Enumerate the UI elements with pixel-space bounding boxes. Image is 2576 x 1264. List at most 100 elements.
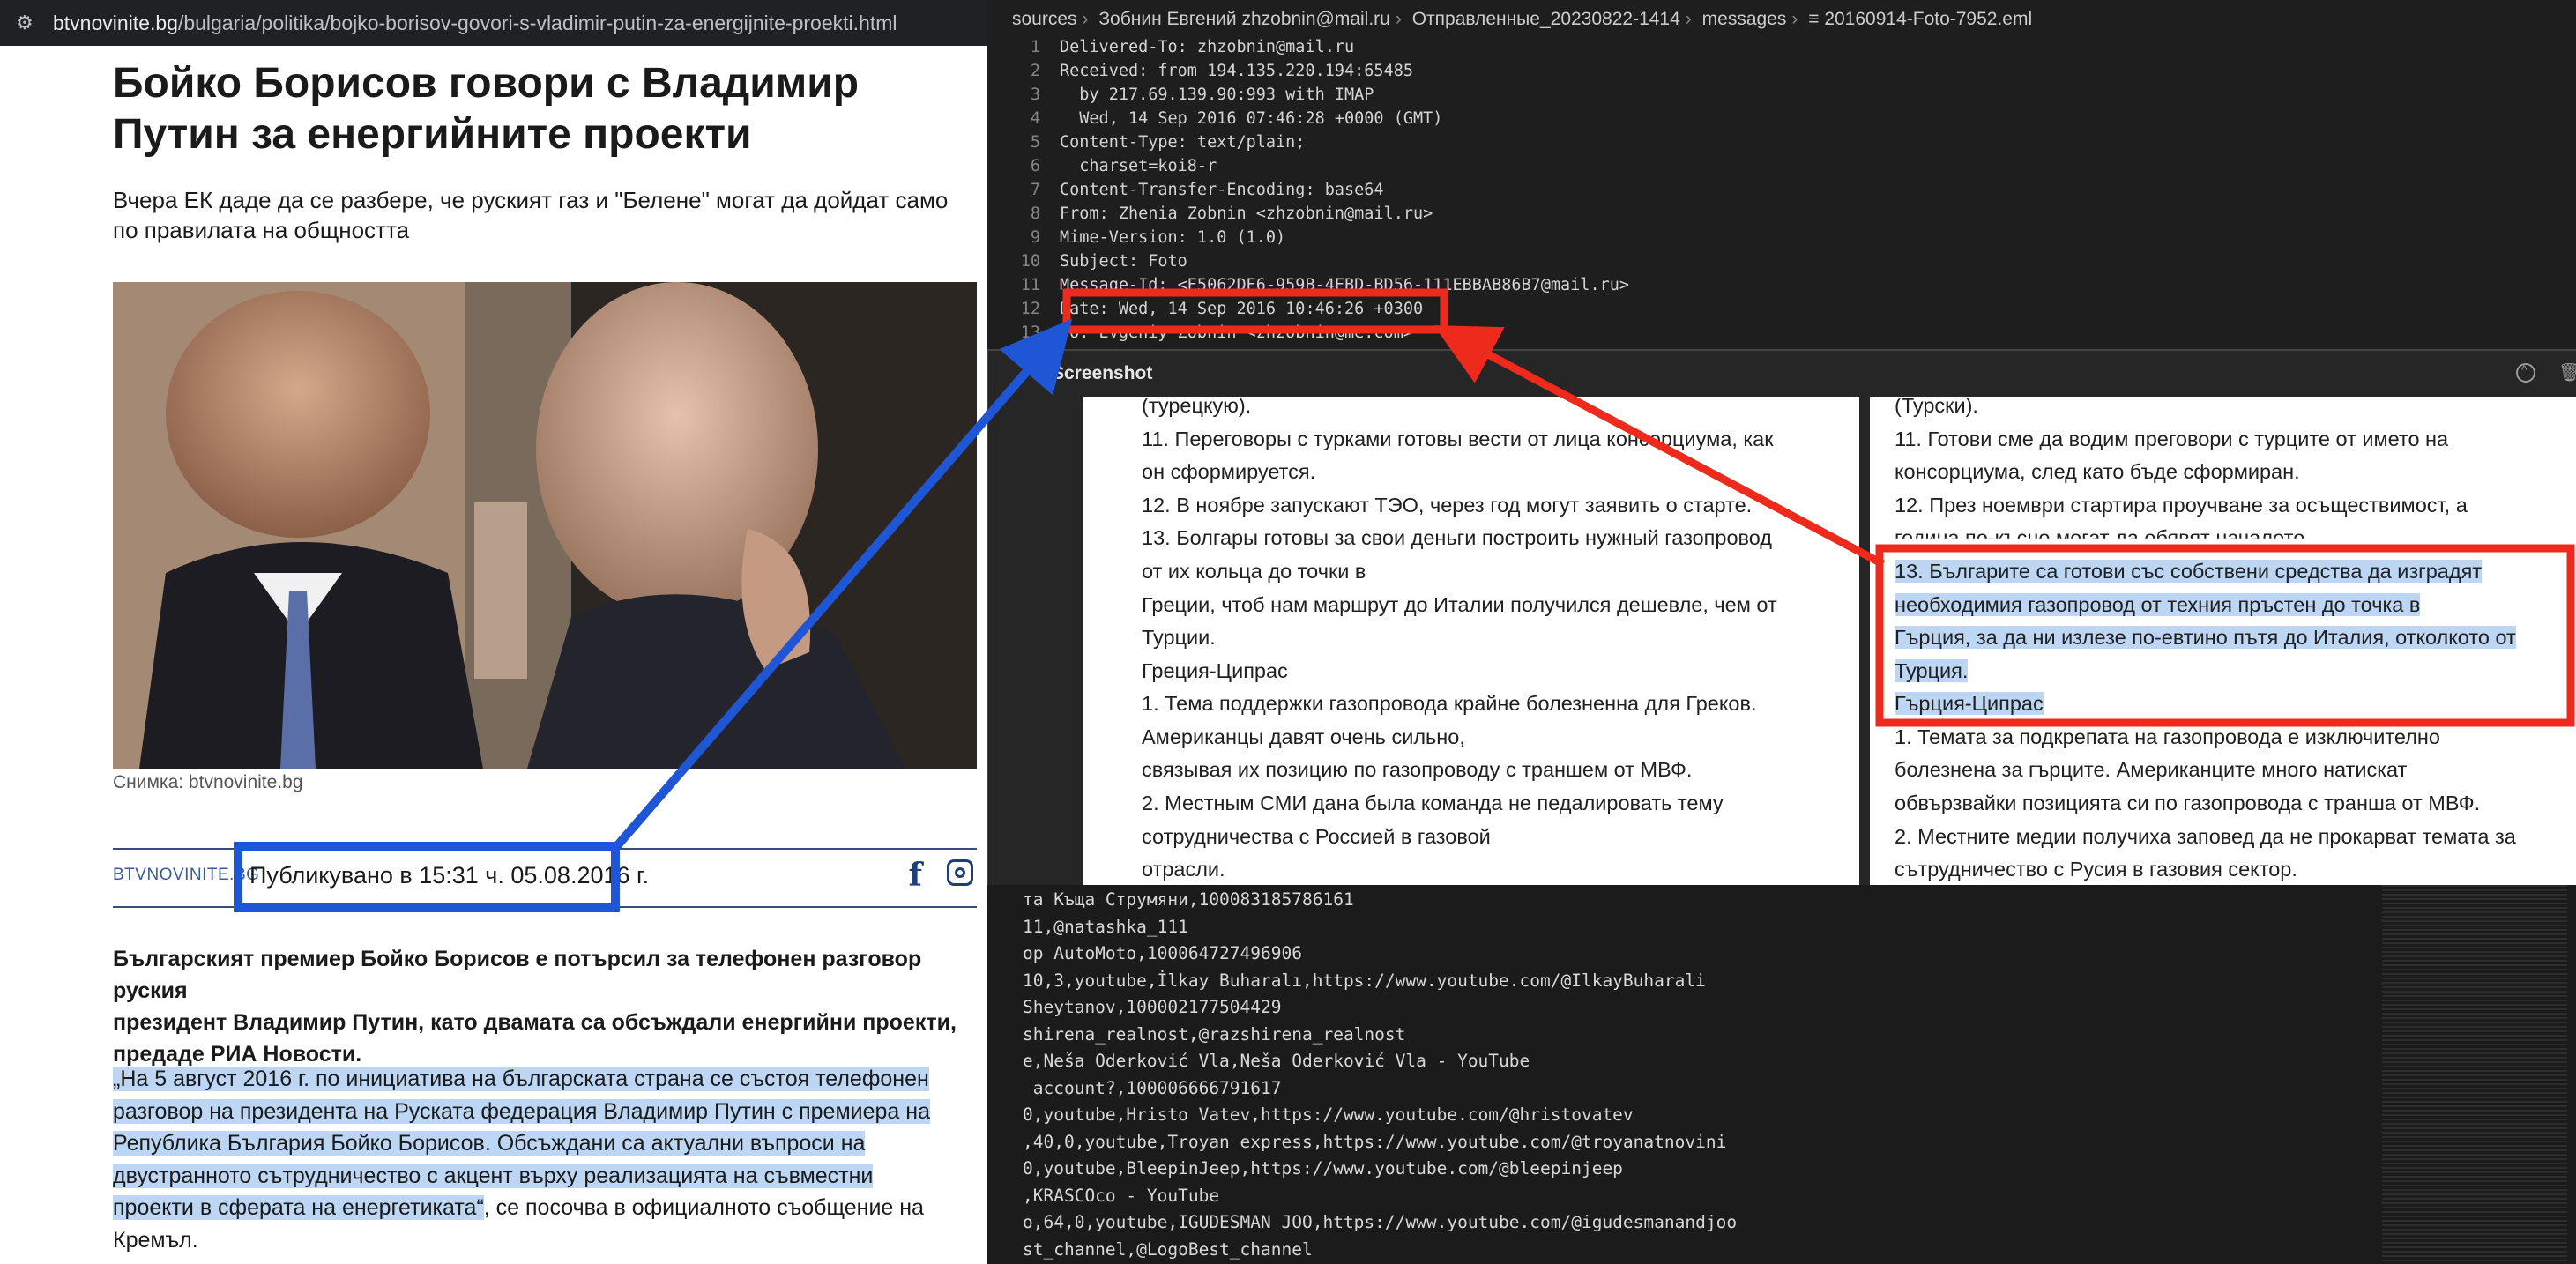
csv-line[interactable]: op AutoMoto,100064727496906 [1023, 941, 1302, 968]
published-date: Публикувано в 15:31 ч. 05.08.2016 г. [249, 862, 650, 889]
text-line: 1. Темата за подкрепата на газопровода е… [1895, 725, 2440, 748]
code-text: Delivered-To: zhzobnin@mail.ru [1060, 38, 1355, 56]
line-number: 4 [1030, 109, 1040, 128]
minimap[interactable] [2382, 885, 2567, 1264]
csv-line[interactable]: st_channel,@LogoBest_channel [1023, 1237, 1313, 1264]
code-line[interactable]: 3 by 217.69.139.90:993 with IMAP [987, 83, 1374, 107]
code-line[interactable]: 6 charset=koi8-r [987, 154, 1217, 178]
address-bar[interactable]: ⚙ btvnovinite.bg/bulgaria/politika/bojko… [0, 0, 987, 46]
line-number: 11 [1020, 276, 1040, 294]
facebook-share-icon[interactable]: f [909, 857, 923, 894]
text-line: 1. Тема поддержки газопровода крайне бол… [1142, 692, 1757, 715]
quote-line: „На 5 август 2016 г. по инициатива на бъ… [113, 1063, 977, 1096]
csv-line[interactable]: 10,3,youtube,İlkay Buharalı,https://www.… [1023, 968, 1706, 995]
text-line: (турецкую). [1142, 397, 1252, 417]
instagram-share-icon[interactable] [947, 859, 973, 886]
collapse-icon[interactable] [2516, 362, 2535, 383]
photo-illustration [113, 282, 977, 769]
code-line[interactable]: 10 Subject: Foto [987, 249, 1187, 273]
quote-line-text: проекти в сферата на енергетиката“ [113, 1195, 484, 1220]
csv-line[interactable]: ,40,0,youtube,Troyan express,https://www… [1023, 1129, 1726, 1156]
text-line: обвързвайки позицията си по газопровода … [1895, 792, 2481, 814]
highlighted-text: Гърция, за да ни излезе по-евтино пътя д… [1895, 626, 2516, 649]
file-lines-icon: ≡ [1808, 9, 1820, 29]
text-line: он сформируется. [1142, 460, 1316, 483]
code-line[interactable]: 1 Delivered-To: zhzobnin@mail.ru [987, 35, 1354, 59]
code-text: Mime-Version: 1.0 (1.0) [1060, 228, 1286, 247]
source-label[interactable]: BTVNOVINITE.BG [113, 866, 259, 885]
article-subtitle: Вчера ЕК даде да се разбере, че руският … [113, 187, 949, 243]
article-photo [113, 282, 977, 769]
highlighted-text: необходимия газопровод от техния пръстен… [1895, 593, 2421, 616]
csv-text-pane: та Къща Струмяни,100083185786161 11,@nat… [987, 885, 2576, 1264]
code-line[interactable]: 13 To: Evgeniy Zobnin <zhzobnin@me.com> [987, 321, 1413, 345]
code-line[interactable]: 7 Content-Transfer-Encoding: base64 [987, 178, 1384, 202]
text-line: 13. Българите са готови със собствени ср… [1895, 555, 2483, 589]
quote-tail: , се посочва в официалното съобщение на [483, 1195, 924, 1220]
code-line[interactable]: 12 Date: Wed, 14 Sep 2016 10:46:26 +0300 [987, 297, 1423, 321]
line-number: 12 [1020, 300, 1040, 318]
breadcrumb-chevron-icon: › [1685, 9, 1692, 29]
breadcrumb-item[interactable]: Зобнин Евгений zhzobnin@mail.ru [1098, 9, 1389, 29]
text-line: Турция. [1895, 655, 1969, 688]
browser-window: ⚙ btvnovinite.bg/bulgaria/politika/bojko… [0, 0, 987, 1264]
breadcrumb-item[interactable]: sources [1012, 9, 1077, 29]
line-number: 9 [1030, 228, 1040, 247]
line-number: 7 [1030, 181, 1040, 199]
breadcrumb-chevron-icon: › [1082, 9, 1089, 29]
breadcrumb-item[interactable]: messages [1702, 9, 1787, 29]
russian-text-column: (турецкую). 11. Переговоры с турками гот… [1083, 397, 1859, 887]
csv-line[interactable]: e,Neša Oderković Vla,Neša Oderković Vla … [1023, 1048, 1530, 1075]
text-line: от их кольца до точки в [1142, 560, 1366, 583]
code-text: To: Evgeniy Zobnin <zhzobnin@me.com> [1060, 323, 1413, 342]
site-settings-icon[interactable]: ⚙ [16, 0, 39, 46]
quote-line-text: разговор на президента на Руската федера… [113, 1098, 930, 1124]
text-line: связывая их позицию по газопроводу с тра… [1142, 758, 1693, 781]
csv-line[interactable]: 0,youtube,Hristo Vatev,https://www.youtu… [1023, 1102, 1634, 1129]
code-line[interactable]: 5 Content-Type: text/plain; [987, 130, 1306, 154]
url-text[interactable]: btvnovinite.bg/bulgaria/politika/bojko-b… [53, 0, 897, 46]
line-number: 3 [1030, 86, 1040, 104]
code-text: Message-Id: <E5062DE6-959B-4EBD-BD56-111… [1060, 276, 1630, 294]
highlighted-text: Гърция-Ципрас [1895, 692, 2044, 715]
email-source-editor: sources › Зобнин Евгений zhzobnin@mail.ru… [987, 0, 2576, 353]
article-meta-row: BTVNOVINITE.BG Публикувано в 15:31 ч. 05… [113, 848, 977, 908]
line-number: 1 [1030, 38, 1040, 56]
code-line[interactable]: 8 From: Zhenia Zobnin <zhzobnin@mail.ru> [987, 202, 1433, 226]
url-domain: btvnovinite.bg [53, 11, 178, 34]
breadcrumb-file[interactable]: 20160914-Foto-7952.eml [1824, 9, 2032, 29]
csv-line[interactable]: o,64,0,youtube,IGUDESMAN JOO,https://www… [1023, 1209, 1737, 1237]
code-text: Subject: Foto [1060, 252, 1187, 271]
csv-line[interactable]: ,KRASCOco - YouTube [1023, 1183, 1219, 1210]
line-number: 10 [1020, 252, 1040, 271]
csv-line[interactable]: 0,youtube,BleepinJeep,https://www.youtub… [1023, 1156, 1623, 1183]
viewer-title: Screenshot [1052, 363, 1153, 383]
code-line[interactable]: 11 Message-Id: <E5062DE6-959B-4EBD-BD56-1… [987, 273, 1629, 297]
csv-line[interactable]: Sheytanov,100002177504429 [1023, 994, 1282, 1022]
line-number: 5 [1030, 133, 1040, 152]
csv-line[interactable]: account?,100006666791617 [1023, 1075, 1282, 1103]
code-text: Content-Transfer-Encoding: base64 [1060, 181, 1384, 199]
trash-icon[interactable]: 🗑 [2558, 361, 2576, 383]
code-line[interactable]: 2 Received: from 194.135.220.194:65485 [987, 59, 1413, 83]
code-text: Received: from 194.135.220.194:65485 [1060, 62, 1413, 80]
highlighted-text: Турция. [1895, 659, 1969, 682]
text-line: 2. Местным СМИ дана была команда не педа… [1142, 792, 1724, 814]
quote-line-text: двустранното сътрудничество с акцент вър… [113, 1163, 874, 1188]
code-line[interactable]: 9 Mime-Version: 1.0 (1.0) [987, 226, 1285, 249]
code-line[interactable]: 4 Wed, 14 Sep 2016 07:46:28 +0000 (GMT) [987, 107, 1443, 130]
quote-line-text: „На 5 август 2016 г. по инициатива на бъ… [113, 1067, 929, 1091]
breadcrumb-item[interactable]: Отправленные_20230822-1414 [1412, 9, 1680, 29]
csv-line[interactable]: та Къща Струмяни,100083185786161 [1023, 887, 1354, 914]
code-text: Content-Type: text/plain; [1060, 133, 1306, 152]
screenshot-viewer-panel: Screenshot 🗑 (турецкую). 11. Переговоры … [987, 349, 2576, 887]
text-line: отрасли. [1142, 858, 1225, 881]
text-line: Турции. [1142, 626, 1216, 649]
csv-line[interactable]: shirena_realnost,@razshirena_realnost [1023, 1022, 1405, 1049]
csv-line[interactable]: 11,@natashka_111 [1023, 914, 1188, 941]
breadcrumb-chevron-icon: › [1791, 9, 1798, 29]
quote-line: Република България Бойко Борисов. Обсъжд… [113, 1127, 977, 1160]
text-line: 13. Болгары готовы за свои деньги постро… [1142, 526, 1773, 549]
text-line: 11. Готови сме да водим преговори с турц… [1895, 428, 2449, 450]
quote-line: проекти в сферата на енергетиката“, се п… [113, 1192, 977, 1224]
